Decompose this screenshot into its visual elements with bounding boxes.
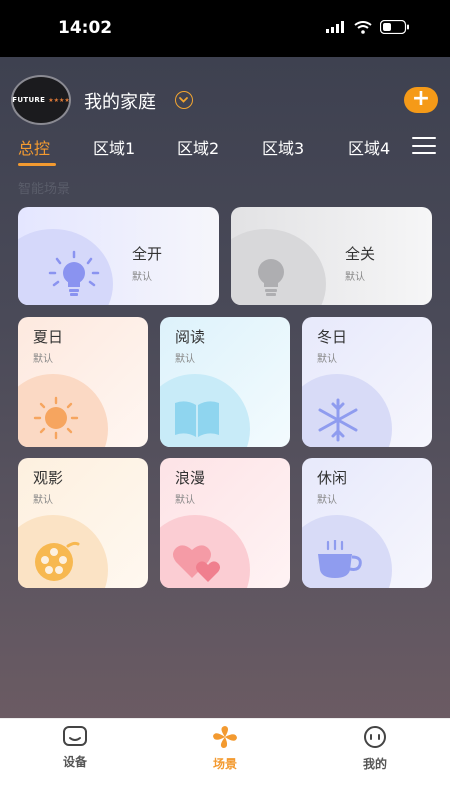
battery-icon xyxy=(380,20,409,34)
tab-area-4[interactable]: 区域4 xyxy=(348,135,390,159)
coffee-cup-icon xyxy=(318,540,362,578)
scene-name: 观影 xyxy=(33,469,64,487)
scene-subtitle: 默认 xyxy=(317,495,337,506)
scene-subtitle: 默认 xyxy=(345,272,365,283)
hearts-icon xyxy=(173,545,220,582)
scene-name: 夏日 xyxy=(33,328,64,346)
scene-card-leisure[interactable]: 休闲 默认 xyxy=(302,458,432,588)
nav-profile[interactable]: 我的 xyxy=(335,725,415,772)
nav-scene[interactable]: 场景 xyxy=(185,725,265,772)
scene-subtitle: 默认 xyxy=(175,354,195,365)
nav-label: 我的 xyxy=(362,757,387,771)
section-label: 智能场景 xyxy=(18,182,71,197)
scene-subtitle: 默认 xyxy=(33,354,53,365)
scene-card-all-off[interactable]: 全关 默认 xyxy=(231,207,432,305)
film-reel-icon xyxy=(35,541,80,581)
bulb-off-icon xyxy=(258,259,284,296)
avatar-stars: ★★★★ xyxy=(48,96,70,104)
scene-subtitle: 默认 xyxy=(132,272,152,283)
scene-name: 浪漫 xyxy=(175,469,206,487)
scene-name: 全开 xyxy=(132,245,163,263)
nav-label: 设备 xyxy=(62,755,87,769)
scene-card-winter[interactable]: 冬日 默认 xyxy=(302,317,432,447)
bottom-tab-bar: 设备 场景 我的 xyxy=(0,718,450,800)
nav-label: 场景 xyxy=(212,757,237,771)
scene-subtitle: 默认 xyxy=(33,495,53,506)
active-tab-indicator xyxy=(18,163,56,166)
book-icon xyxy=(175,401,219,437)
tab-area-1[interactable]: 区域1 xyxy=(93,135,135,159)
tab-area-3[interactable]: 区域3 xyxy=(262,135,304,159)
chevron-down-icon[interactable] xyxy=(175,91,193,109)
nav-device[interactable]: 设备 xyxy=(35,725,115,770)
status-bar: 14:02 xyxy=(0,0,450,57)
avatar-brand-text: FUTURE xyxy=(12,96,46,104)
scene-name: 阅读 xyxy=(175,328,206,346)
status-time: 14:02 xyxy=(58,18,113,38)
scene-card-summer[interactable]: 夏日 默认 xyxy=(18,317,148,447)
bulb-on-icon xyxy=(48,250,100,296)
scene-icon xyxy=(213,726,237,748)
tab-area-2[interactable]: 区域2 xyxy=(177,135,219,159)
scene-card-reading[interactable]: 阅读 默认 xyxy=(160,317,290,447)
menu-icon[interactable] xyxy=(412,137,436,155)
device-icon xyxy=(63,726,87,746)
scene-name: 冬日 xyxy=(317,328,348,346)
tab-overview[interactable]: 总控 xyxy=(18,135,50,159)
scene-subtitle: 默认 xyxy=(175,495,195,506)
scene-card-all-on[interactable]: 全开 默认 xyxy=(18,207,219,305)
home-title[interactable]: 我的家庭 xyxy=(84,88,156,114)
home-avatar[interactable]: FUTURE ★★★★ xyxy=(11,75,71,125)
region-tabs: 总控 区域1 区域2 区域3 区域4 xyxy=(0,133,450,173)
wifi-icon xyxy=(354,20,372,34)
signal-icon xyxy=(326,21,344,33)
main-content: FUTURE ★★★★ 我的家庭 + 总控 区域1 区域2 区域3 区域4 智能… xyxy=(0,57,450,718)
scene-subtitle: 默认 xyxy=(317,354,337,365)
scene-name: 全关 xyxy=(345,245,376,263)
scene-name: 休闲 xyxy=(317,469,348,487)
sun-icon xyxy=(33,396,79,440)
add-button[interactable]: + xyxy=(404,87,438,113)
profile-icon xyxy=(364,726,386,748)
scene-card-romance[interactable]: 浪漫 默认 xyxy=(160,458,290,588)
status-icons xyxy=(326,20,410,34)
scene-card-movie[interactable]: 观影 默认 xyxy=(18,458,148,588)
snowflake-icon xyxy=(318,398,358,442)
